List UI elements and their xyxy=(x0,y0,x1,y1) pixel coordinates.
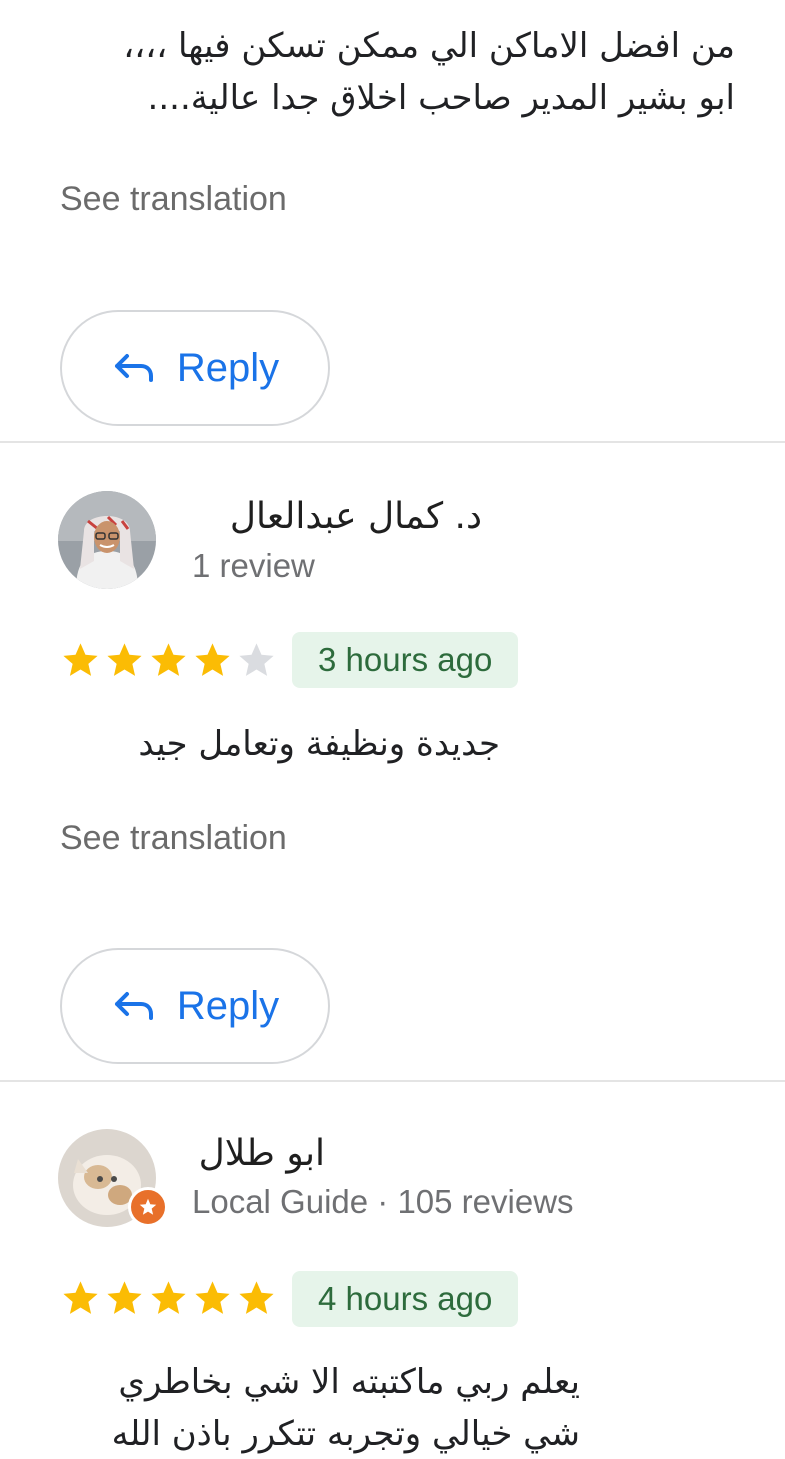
review-text-line: شي خيالي وتجربه تتكرر باذن الله xyxy=(111,1414,580,1454)
review-divider xyxy=(0,441,785,443)
reply-button[interactable]: Reply xyxy=(60,310,330,426)
review-time-badge: 3 hours ago xyxy=(292,632,519,688)
review-author-meta: Local Guide · 105 reviews xyxy=(192,1183,574,1220)
avatar[interactable] xyxy=(58,491,156,589)
review-time-badge: 4 hours ago xyxy=(292,1271,519,1327)
review-text-line: ابو بشير المدير صاحب اخلاق جدا عالية.... xyxy=(147,78,735,118)
star-icon xyxy=(151,643,186,676)
review-author-meta: 1 review xyxy=(192,547,315,584)
avatar-photo xyxy=(58,491,156,589)
star-icon-empty xyxy=(239,643,274,676)
review-text-line: من افضل الاماكن الي ممكن تسكن فيها ،،،، xyxy=(123,26,735,66)
star-rating xyxy=(60,1278,277,1319)
star-icon xyxy=(63,643,98,676)
reply-arrow-icon xyxy=(114,992,153,1020)
star-icon xyxy=(63,1281,98,1314)
review-text: من افضل الاماكن الي ممكن تسكن فيها ،،،، … xyxy=(35,20,735,124)
star-icon xyxy=(151,1281,186,1314)
star-icon xyxy=(195,643,230,676)
review-text-line: يعلم ربي ماكتبته الا شي بخاطري xyxy=(118,1362,580,1402)
local-guide-badge-icon xyxy=(128,1187,168,1227)
star-icon xyxy=(107,1281,142,1314)
star-rating xyxy=(60,640,277,681)
review-text: يعلم ربي ماكتبته الا شي بخاطري شي خيالي … xyxy=(60,1356,580,1459)
review-divider xyxy=(0,1080,785,1082)
star-icon xyxy=(195,1281,230,1314)
reply-arrow-icon xyxy=(114,354,153,382)
reply-button-label: Reply xyxy=(176,983,280,1028)
star-icon xyxy=(239,1281,274,1314)
review-text: جديدة ونظيفة وتعامل جيد xyxy=(60,718,500,770)
star-icon xyxy=(107,643,142,676)
reply-button[interactable]: Reply xyxy=(60,948,330,1064)
see-translation-link[interactable]: See translation xyxy=(60,180,287,219)
review-text-line: جديدة ونظيفة وتعامل جيد xyxy=(138,724,500,764)
reply-button-label: Reply xyxy=(176,345,280,390)
review-author-name[interactable]: د. كمال عبدالعال xyxy=(192,496,482,537)
see-translation-link[interactable]: See translation xyxy=(60,819,287,858)
review-author-name[interactable]: ابو طلال xyxy=(192,1133,325,1174)
